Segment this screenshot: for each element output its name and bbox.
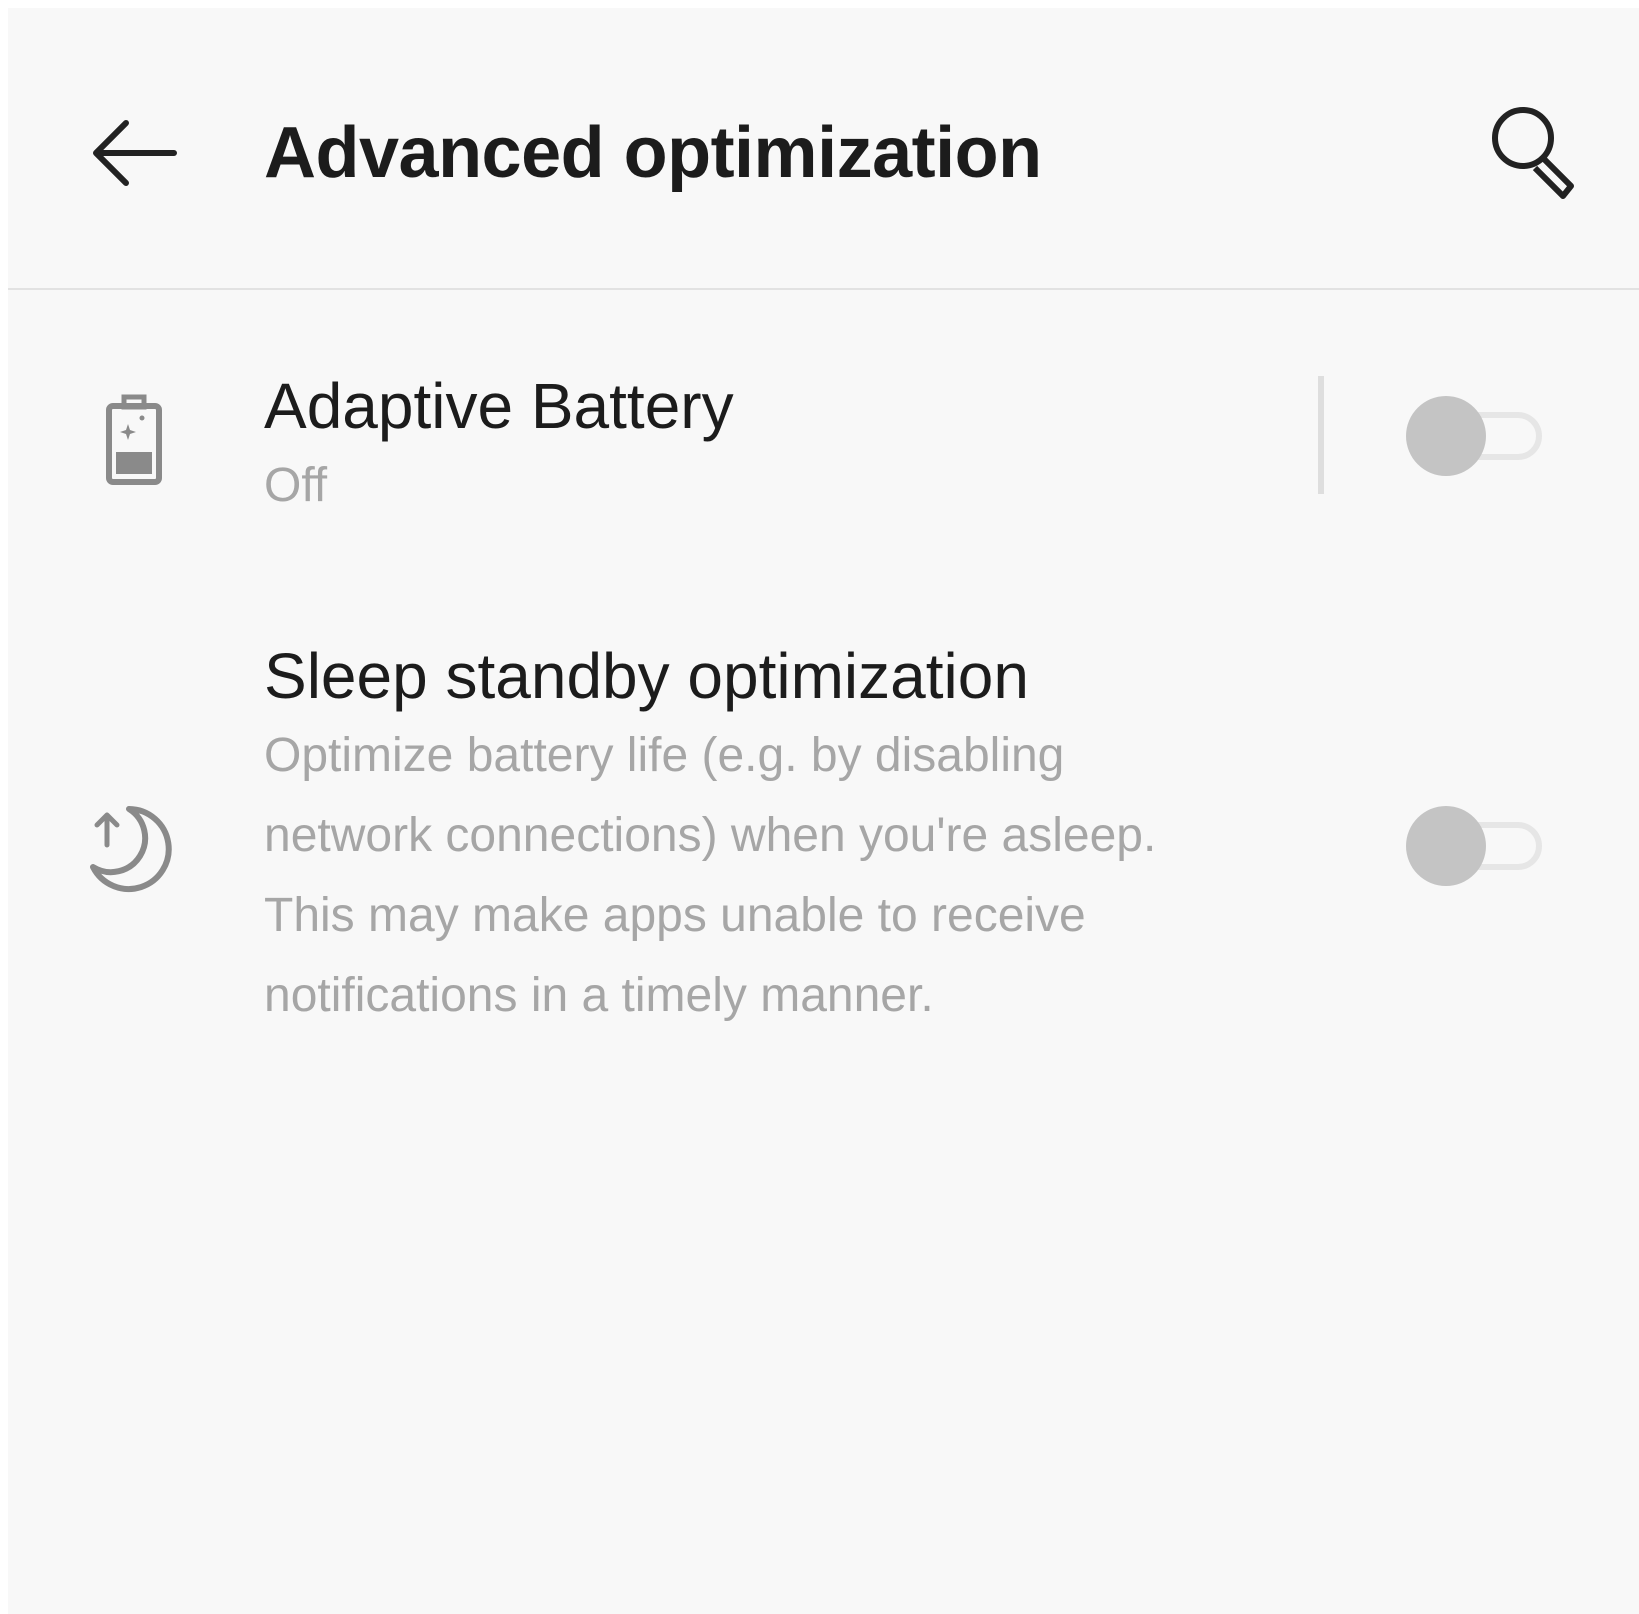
setting-title: Adaptive Battery bbox=[264, 370, 734, 442]
back-button[interactable] bbox=[68, 88, 198, 218]
setting-row-sleep-standby[interactable]: Sleep standby optimization Optimize batt… bbox=[8, 618, 1639, 1038]
setting-summary-line: Optimize battery life (e.g. by disabling bbox=[264, 729, 1065, 782]
setting-summary: Off bbox=[264, 459, 328, 512]
settings-screen: Advanced optimization Adaptive Battery O… bbox=[8, 8, 1639, 1614]
setting-summary-line: notifications in a timely manner. bbox=[264, 969, 934, 1022]
switch-thumb bbox=[1406, 806, 1486, 886]
adaptive-battery-switch[interactable] bbox=[1406, 394, 1548, 478]
setting-title: Sleep standby optimization bbox=[264, 640, 1029, 712]
battery-icon bbox=[106, 394, 162, 485]
battery-icon-wrap bbox=[84, 390, 184, 490]
setting-summary-line: This may make apps unable to receive bbox=[264, 889, 1086, 942]
switch-thumb bbox=[1406, 396, 1486, 476]
setting-row-adaptive-battery[interactable]: Adaptive Battery Off bbox=[8, 338, 1639, 528]
arrow-left-icon bbox=[93, 120, 177, 186]
search-icon bbox=[1492, 107, 1574, 199]
page-title: Advanced optimization bbox=[264, 113, 1042, 193]
moon-icon-wrap bbox=[84, 798, 184, 898]
row-divider bbox=[1318, 376, 1324, 494]
app-bar-divider bbox=[8, 288, 1639, 290]
sleep-standby-switch[interactable] bbox=[1406, 804, 1548, 888]
sleep-standby-text: Sleep standby optimization Optimize batt… bbox=[264, 636, 1156, 1036]
setting-summary-line: network connections) when you're asleep. bbox=[264, 809, 1157, 862]
app-bar: Advanced optimization bbox=[8, 8, 1639, 288]
search-button[interactable] bbox=[1468, 83, 1608, 223]
moon-icon bbox=[90, 806, 172, 892]
adaptive-battery-text: Adaptive Battery Off bbox=[264, 366, 734, 526]
